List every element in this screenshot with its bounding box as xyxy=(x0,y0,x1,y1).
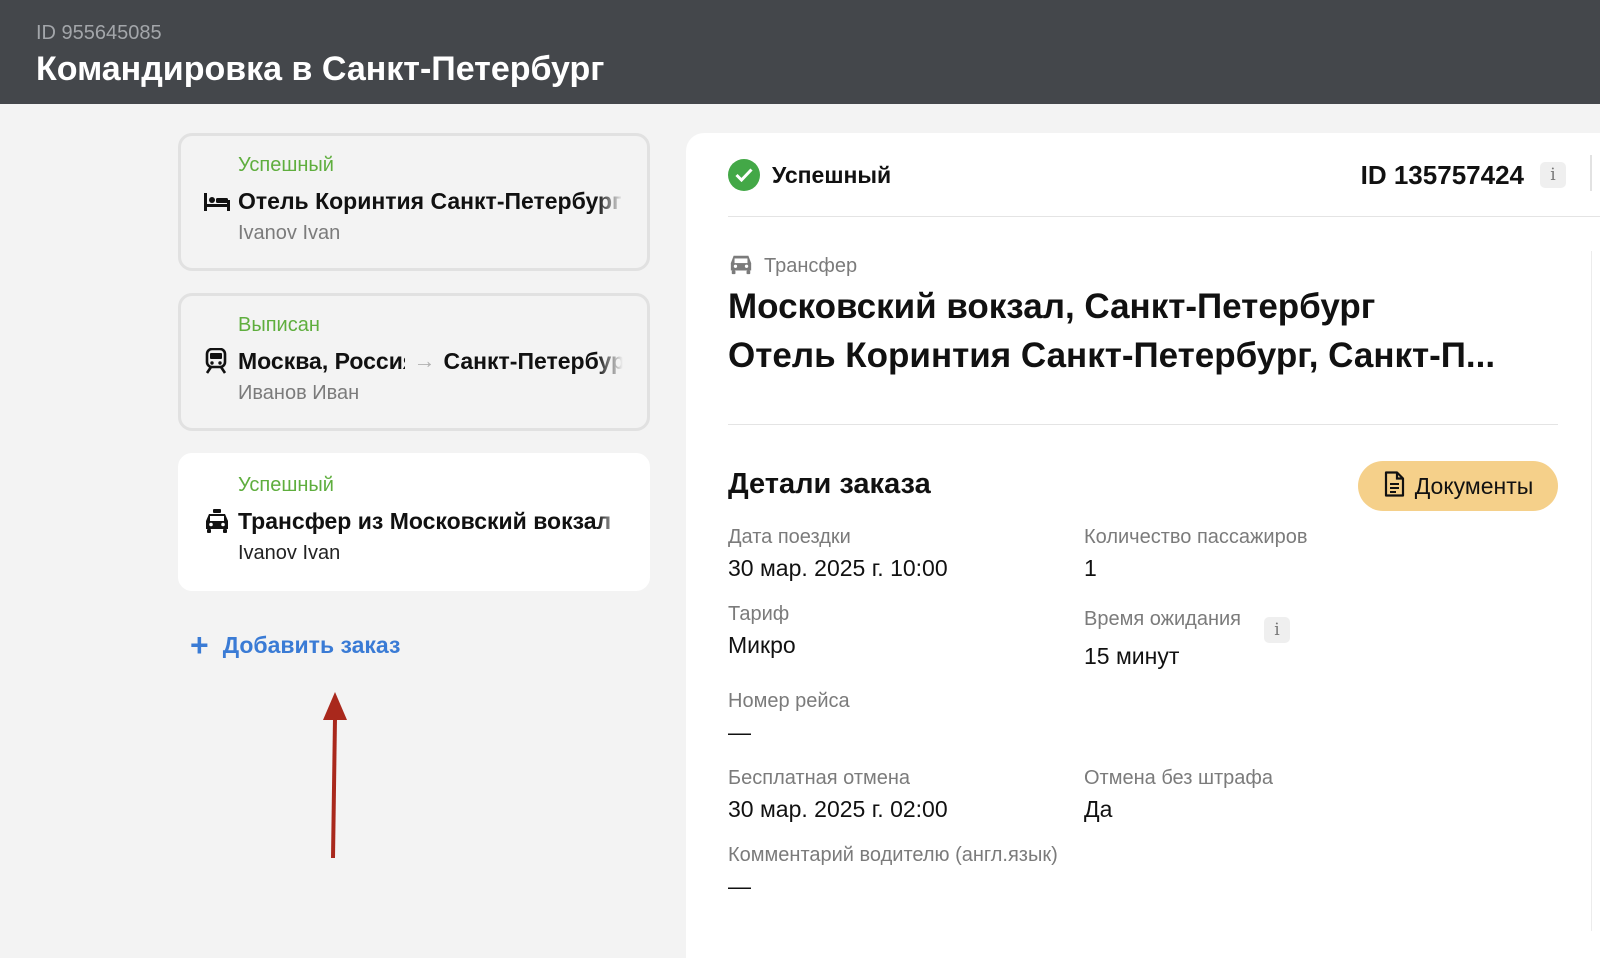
flight-number-label: Номер рейса xyxy=(728,690,850,712)
trip-title: Командировка в Санкт-Петербург xyxy=(36,50,605,88)
order-id: ID 135757424 xyxy=(1360,160,1524,190)
add-order-button[interactable]: + Добавить заказ xyxy=(190,628,400,662)
trip-header: ID 955645085 Командировка в Санкт-Петерб… xyxy=(0,0,1600,104)
free-cancel-label: Бесплатная отмена xyxy=(728,767,911,789)
trip-date-label: Дата поездки xyxy=(728,526,851,548)
passengers-value: 1 xyxy=(1084,555,1097,581)
route-destination: Отель Коринтия Санкт-Петербург, Санкт-П.… xyxy=(728,336,1496,375)
order-traveler: Ivanov Ivan xyxy=(238,222,341,244)
order-title: Отель Коринтия Санкт-Петербург xyxy=(238,187,622,214)
train-icon xyxy=(203,348,233,374)
order-card-transfer[interactable]: Успешный Трансфер из Московский вокзал I… xyxy=(178,453,650,591)
order-traveler: Ivanov Ivan xyxy=(238,542,341,564)
order-card-train[interactable]: Выписан Москва, Россия → Санкт-Петербург… xyxy=(178,293,650,431)
annotation-arrow-icon xyxy=(323,692,347,859)
order-card-hotel[interactable]: Успешный Отель Коринтия Санкт-Петербург … xyxy=(178,133,650,271)
route-arrow-icon: → xyxy=(413,348,436,373)
service-type: Трансфер xyxy=(764,254,858,277)
order-traveler: Иванов Иван xyxy=(238,382,360,404)
tariff-label: Тариф xyxy=(728,603,790,625)
taxi-icon xyxy=(728,252,754,281)
plus-icon: + xyxy=(190,627,209,663)
order-status-label: Успешный xyxy=(772,161,892,188)
waiting-time-info-icon[interactable]: i xyxy=(1264,617,1290,643)
order-detail-panel: Успешный ID 135757424 i Трансфер Московс… xyxy=(686,133,1600,958)
order-status: Успешный xyxy=(238,154,334,176)
flight-number-value: — xyxy=(728,719,751,745)
route-origin: Московский вокзал, Санкт-Петербург xyxy=(728,287,1376,326)
success-check-icon xyxy=(728,159,760,191)
header-divider xyxy=(728,216,1600,217)
driver-comment-value: — xyxy=(728,873,751,899)
section-divider xyxy=(728,424,1558,425)
documents-button-label: Документы xyxy=(1414,472,1534,499)
free-cancel-value: 30 мар. 2025 г. 02:00 xyxy=(728,796,948,822)
no-penalty-cancel-value: Да xyxy=(1084,796,1113,822)
waiting-time-value: 15 минут xyxy=(1084,643,1180,669)
order-status: Успешный xyxy=(238,474,334,496)
order-id-info-icon[interactable]: i xyxy=(1540,162,1566,188)
add-order-label: Добавить заказ xyxy=(222,631,401,658)
taxi-icon xyxy=(203,508,233,534)
documents-button[interactable]: Документы xyxy=(1358,461,1558,511)
trip-date-value: 30 мар. 2025 г. 10:00 xyxy=(728,555,948,581)
tariff-value: Микро xyxy=(728,632,796,658)
no-penalty-cancel-label: Отмена без штрафа xyxy=(1084,767,1273,789)
waiting-time-label: Время ожидания xyxy=(1084,608,1242,630)
document-icon xyxy=(1383,470,1405,502)
order-title: Трансфер из Московский вокзал xyxy=(238,507,612,534)
order-route-from: Москва, Россия xyxy=(238,347,406,374)
hotel-bed-icon xyxy=(203,188,233,214)
order-details-title: Детали заказа xyxy=(728,468,931,500)
scrollbar-track[interactable] xyxy=(1591,251,1592,931)
driver-comment-label: Комментарий водителю (англ.язык) xyxy=(728,844,1058,866)
passengers-label: Количество пассажиров xyxy=(1084,526,1308,548)
order-status: Выписан xyxy=(238,314,320,336)
panel-divider xyxy=(1590,155,1592,191)
trip-id: ID 955645085 xyxy=(36,22,162,44)
